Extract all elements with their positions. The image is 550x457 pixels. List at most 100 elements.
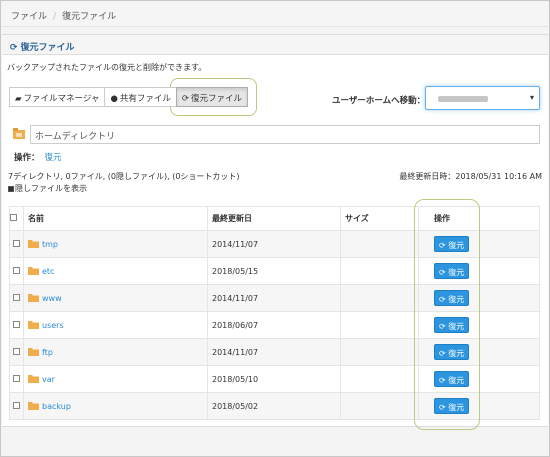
refresh-icon: ⟳: [439, 268, 449, 277]
date-cell: 2014/11/07: [207, 338, 341, 366]
tab-file-manager[interactable]: ▰ ファイルマネージャ: [9, 87, 106, 107]
move-to-home-label: ユーザーホームへ移動：: [332, 96, 426, 106]
date-cell: 2018/05/02: [207, 392, 341, 420]
row-checkbox[interactable]: [13, 266, 20, 274]
breadcrumb-separator: /: [53, 12, 57, 22]
restore-button[interactable]: ⟳ 復元: [434, 371, 470, 387]
operation-label: 操作：: [14, 153, 40, 163]
folder-name-link[interactable]: backup: [42, 402, 71, 411]
restore-button[interactable]: ⟳ 復元: [434, 317, 470, 333]
restore-button[interactable]: ⟳ 復元: [434, 236, 470, 252]
tab-file-manager-label: ファイルマネージャ: [23, 94, 100, 104]
last-updated: 最終更新日時：2018/05/31 10:16 AM: [399, 172, 542, 181]
size-cell: [340, 392, 419, 420]
size-cell: [340, 311, 419, 339]
refresh-icon: ⟳: [439, 295, 449, 304]
tab-restore-files-label: 復元ファイル: [191, 94, 243, 104]
file-table: 名前 最終更新日 サイズ 操作 tmp 2014/11/07 ⟳ 復元 etc 2018…: [9, 206, 540, 420]
table-row: etc 2018/05/15 ⟳ 復元: [9, 257, 540, 285]
row-checkbox-cell: [9, 257, 24, 285]
restore-button-label: 復元: [448, 349, 465, 358]
row-checkbox[interactable]: [13, 239, 20, 247]
panel-description: バックアップされたファイルの復元と削除ができます。: [7, 63, 207, 72]
row-checkbox[interactable]: [13, 374, 20, 382]
ops-cell: ⟳ 復元: [418, 257, 540, 285]
folder-icon: [28, 266, 39, 275]
column-date[interactable]: 最終更新日: [207, 206, 341, 231]
folder-name-link[interactable]: etc: [42, 267, 54, 276]
name-cell: etc: [23, 257, 208, 285]
folder-name-link[interactable]: var: [42, 375, 55, 384]
refresh-icon: ⟳: [439, 403, 449, 412]
panel-title-text: 復元ファイル: [20, 43, 75, 53]
table-row: backup 2018/05/02 ⟳ 復元: [9, 392, 540, 420]
refresh-icon: ⟳: [439, 349, 449, 358]
show-hidden-toggle[interactable]: 隠しファイルを表示: [8, 183, 87, 194]
row-checkbox[interactable]: [13, 293, 20, 301]
folder-icon: [28, 374, 39, 383]
show-hidden-label: 隠しファイルを表示: [15, 184, 87, 193]
folder-icon: [28, 401, 39, 410]
size-cell: [340, 338, 419, 366]
table-row: www 2014/11/07 ⟳ 復元: [9, 284, 540, 312]
column-name[interactable]: 名前: [23, 206, 208, 231]
ops-cell: ⟳ 復元: [418, 284, 540, 312]
row-checkbox-cell: [9, 365, 24, 393]
refresh-icon: ⟳: [439, 376, 449, 385]
restore-button-label: 復元: [448, 295, 465, 304]
ops-cell: ⟳ 復元: [418, 311, 540, 339]
breadcrumb: ファイル / 復元ファイル: [2, 2, 548, 27]
folder-icon: [28, 293, 39, 302]
select-all-checkbox[interactable]: [10, 214, 17, 221]
show-hidden-checkbox[interactable]: [8, 186, 14, 192]
tab-shared-files[interactable]: ● 共有ファイル: [104, 87, 177, 107]
restore-button-label: 復元: [448, 268, 465, 277]
select-all-cell: [9, 206, 24, 231]
folder-name-link[interactable]: users: [42, 321, 64, 330]
folder-icon: [13, 128, 25, 139]
folder-icon: [28, 239, 39, 248]
breadcrumb-home[interactable]: ファイル: [11, 12, 47, 22]
operation-line: 操作： 復元: [14, 151, 62, 163]
operation-restore-link[interactable]: 復元: [45, 153, 62, 163]
row-checkbox[interactable]: [13, 320, 20, 328]
row-checkbox-cell: [9, 230, 24, 258]
size-cell: [340, 365, 419, 393]
restore-button-label: 復元: [448, 403, 465, 412]
size-cell: [340, 284, 419, 312]
table-row: var 2018/05/10 ⟳ 復元: [9, 365, 540, 393]
folder-name-link[interactable]: ftp: [42, 348, 53, 357]
date-cell: 2014/11/07: [207, 230, 341, 258]
name-cell: users: [23, 311, 208, 339]
tab-restore-files[interactable]: ⟳ 復元ファイル: [175, 87, 249, 107]
restore-button-label: 復元: [448, 241, 465, 250]
restore-button[interactable]: ⟳ 復元: [434, 344, 470, 360]
row-checkbox[interactable]: [13, 401, 20, 409]
ops-cell: ⟳ 復元: [418, 230, 540, 258]
tab-shared-files-label: 共有ファイル: [119, 94, 171, 104]
table-header-row: 名前 最終更新日 サイズ 操作: [9, 206, 540, 231]
name-cell: tmp: [23, 230, 208, 258]
row-checkbox-cell: [9, 392, 24, 420]
table-row: tmp 2014/11/07 ⟳ 復元: [9, 230, 540, 258]
user-home-select[interactable]: ▾: [425, 86, 540, 110]
column-size[interactable]: サイズ: [340, 206, 419, 231]
refresh-icon: ⟳: [439, 241, 449, 250]
row-checkbox[interactable]: [13, 347, 20, 355]
folder-icon: [28, 320, 39, 329]
ops-cell: ⟳ 復元: [418, 392, 540, 420]
folder-icon: [28, 347, 39, 356]
folder-open-icon: ▰: [15, 94, 22, 104]
blurred-username: [438, 96, 488, 102]
folder-name-link[interactable]: tmp: [42, 240, 58, 249]
name-cell: www: [23, 284, 208, 312]
tab-bar: ▰ ファイルマネージャ ● 共有ファイル ⟳ 復元ファイル: [9, 87, 249, 107]
column-ops: 操作: [418, 206, 540, 231]
restore-button[interactable]: ⟳ 復元: [434, 398, 470, 414]
row-checkbox-cell: [9, 338, 24, 366]
folder-name-link[interactable]: www: [42, 294, 62, 303]
restore-button[interactable]: ⟳ 復元: [434, 263, 470, 279]
path-input[interactable]: ホームディレクトリ: [30, 125, 540, 144]
restore-button-label: 復元: [448, 322, 465, 331]
restore-button[interactable]: ⟳ 復元: [434, 290, 470, 306]
